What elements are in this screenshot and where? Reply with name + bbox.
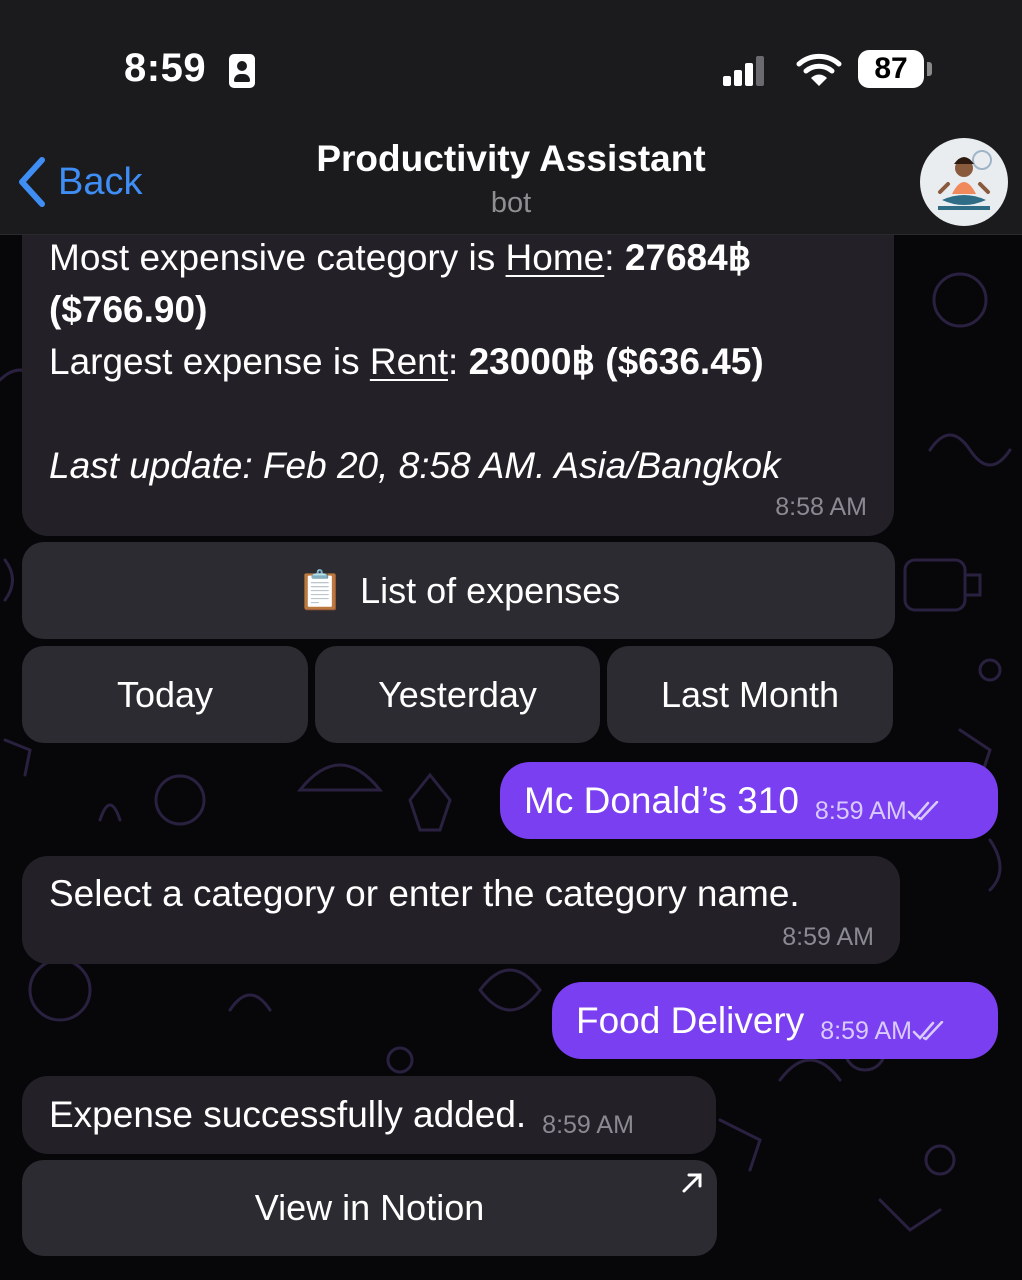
message-text: Expense successfully added.	[49, 1094, 527, 1135]
outgoing-message: Mc Donald’s 310 8:59 AM	[500, 762, 998, 839]
last-update-text: Last update: Feb 20, 8:58 AM. Asia/Bangk…	[49, 445, 781, 486]
chat-subtitle: bot	[490, 187, 532, 219]
double-check-icon	[907, 800, 938, 821]
external-link-arrow-icon	[682, 1173, 702, 1193]
clipboard-icon: 📋	[296, 569, 345, 612]
message-timestamp: 8:59 AM	[782, 923, 874, 951]
message-text: Mc Donald’s 310	[524, 779, 799, 821]
outgoing-message: Food Delivery 8:59 AM	[552, 982, 998, 1059]
double-check-icon	[912, 1020, 944, 1041]
message-timestamp: 8:58 AM	[775, 493, 867, 521]
summary-text: Most expensive category is Home: 27684฿ …	[49, 237, 781, 486]
cellular-signal-icon	[723, 56, 767, 86]
last-month-button[interactable]: Last Month	[607, 646, 893, 743]
chat-title[interactable]: Productivity Assistant	[0, 138, 1022, 180]
yesterday-button[interactable]: Yesterday	[315, 646, 600, 743]
message-text: Food Delivery	[576, 999, 805, 1041]
meditation-avatar-icon	[938, 150, 992, 210]
rent-expense-link[interactable]: Rent	[370, 341, 448, 382]
incoming-message: Expense successfully added. 8:59 AM	[22, 1076, 716, 1154]
today-button[interactable]: Today	[22, 646, 308, 743]
message-timestamp: 8:59 AM	[820, 1017, 912, 1045]
contact-card-icon	[229, 54, 255, 88]
battery-tip	[927, 62, 932, 76]
view-in-notion-label: View in Notion	[254, 1187, 485, 1228]
view-in-notion-button[interactable]: View in Notion	[22, 1160, 717, 1256]
list-of-expenses-button[interactable]: 📋 List of expenses	[22, 542, 895, 639]
navigation-header: 8:59 87 Back Productivity Assistant bot	[0, 0, 1022, 235]
message-timestamp: 8:59 AM	[814, 797, 907, 825]
message-timestamp: 8:59 AM	[542, 1110, 634, 1139]
message-text: Select a category or enter the category …	[49, 873, 800, 914]
home-category-link[interactable]: Home	[506, 237, 605, 278]
status-time: 8:59	[124, 46, 207, 90]
bot-avatar[interactable]	[920, 138, 1008, 226]
incoming-message: Select a category or enter the category …	[22, 856, 900, 964]
battery-indicator: 87	[858, 50, 924, 88]
wifi-icon	[796, 53, 842, 86]
